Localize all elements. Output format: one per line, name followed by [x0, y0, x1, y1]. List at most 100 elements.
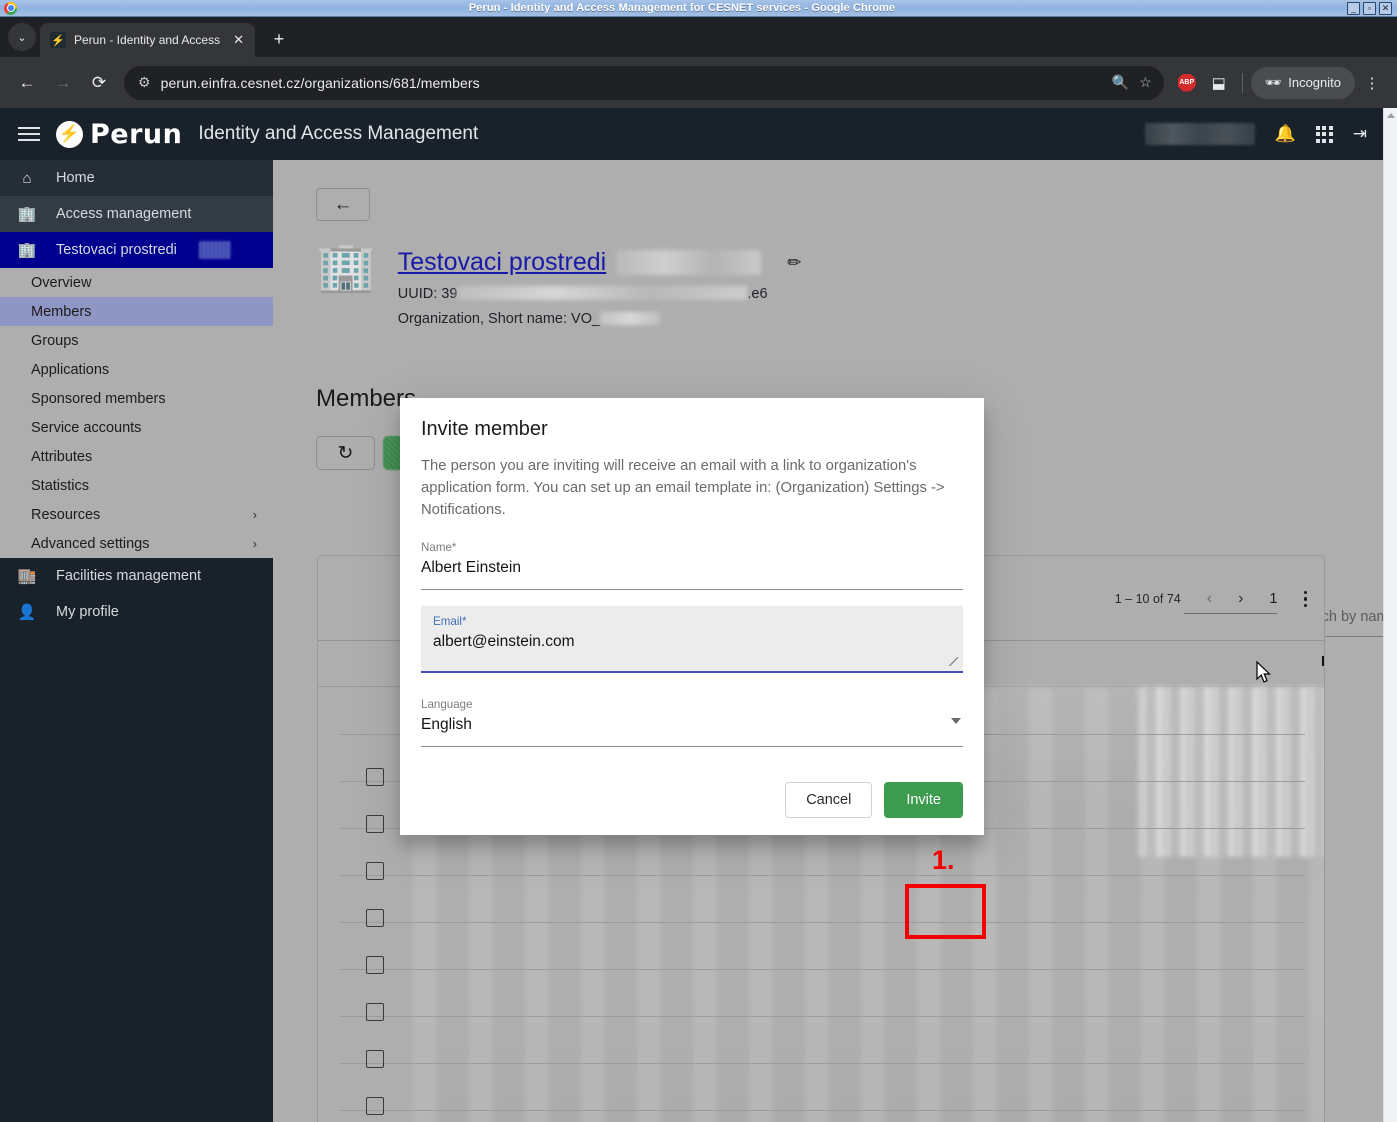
forward-arrow-icon[interactable]: → — [46, 66, 80, 100]
maximize-button[interactable]: ▫ — [1363, 1, 1376, 15]
perun-favicon-icon: ⚡ — [50, 32, 66, 48]
perun-logo[interactable]: ⚡ Perun — [56, 119, 182, 150]
email-field-underline — [421, 671, 963, 673]
cancel-button[interactable]: Cancel — [785, 782, 873, 818]
sidebar-item-label: Advanced settings — [31, 535, 150, 552]
invite-button[interactable]: Invite — [884, 782, 963, 818]
extensions-puzzle-icon[interactable]: ⬓ — [1204, 68, 1234, 98]
sidebar-item-overview[interactable]: Overview — [0, 268, 273, 297]
email-field-label: Email* — [433, 615, 467, 628]
email-field[interactable]: Email* albert@einstein.com — [421, 606, 963, 673]
email-field-value: albert@einstein.com — [433, 633, 575, 650]
browser-toolbar: ← → ⟳ ⚙ perun.einfra.cesnet.cz/organizat… — [0, 57, 1397, 108]
building-icon: 🏢 — [17, 242, 37, 259]
sidebar-item-statistics[interactable]: Statistics — [0, 471, 273, 500]
address-bar[interactable]: ⚙ perun.einfra.cesnet.cz/organizations/6… — [124, 65, 1164, 100]
notifications-bell-icon[interactable]: 🔔 — [1275, 124, 1296, 144]
sidebar-item-sponsored-members[interactable]: Sponsored members — [0, 384, 273, 413]
name-field-underline — [421, 589, 963, 590]
bookmark-star-icon[interactable]: ☆ — [1139, 74, 1152, 91]
chevron-right-icon: › — [252, 536, 257, 551]
page-viewport: ⚡ Perun Identity and Access Management 🔔… — [0, 108, 1397, 1122]
logout-icon[interactable]: ⇥ — [1353, 124, 1367, 144]
textarea-resize-handle[interactable] — [949, 657, 958, 666]
annotation-step-number: 1. — [932, 845, 955, 875]
brand-name: Perun — [90, 118, 183, 150]
browser-tabstrip: ⌄ ⚡ Perun - Identity and Access Ma ✕ + — [0, 17, 1397, 57]
sidebar-submenu: Overview Members Groups Applications Spo… — [0, 268, 273, 558]
sidebar-item-facilities-management[interactable]: 🏬 Facilities management — [0, 558, 273, 594]
chrome-logo-icon — [4, 1, 17, 15]
window-controls: _ ▫ ✕ — [1347, 1, 1392, 15]
sidebar-item-label: Statistics — [31, 477, 90, 494]
name-field[interactable]: Name* Albert Einstein — [421, 541, 963, 590]
sidebar-item-label: Members — [31, 303, 92, 320]
back-arrow-icon[interactable]: ← — [10, 66, 44, 100]
tab-close-icon[interactable]: ✕ — [230, 32, 247, 48]
sidebar-item-advanced-settings[interactable]: Advanced settings › — [0, 529, 273, 558]
sidebar-item-label: Facilities management — [56, 568, 202, 584]
sidebar-item-my-profile[interactable]: 👤 My profile — [0, 594, 273, 630]
name-field-value: Albert Einstein — [421, 559, 521, 576]
sidebar-item-label: Groups — [31, 332, 79, 349]
sidebar-item-label: Applications — [31, 361, 110, 378]
close-button[interactable]: ✕ — [1379, 1, 1392, 15]
sidebar-item-label: Sponsored members — [31, 390, 166, 407]
menu-hamburger-icon[interactable] — [16, 121, 42, 147]
dialog-title: Invite member — [421, 418, 548, 440]
minimize-button[interactable]: _ — [1347, 1, 1360, 15]
facility-icon: 🏬 — [17, 568, 37, 585]
sidebar-item-applications[interactable]: Applications — [0, 355, 273, 384]
toolbar-divider — [1241, 72, 1243, 93]
sidebar-item-service-accounts[interactable]: Service accounts — [0, 413, 273, 442]
browser-tab[interactable]: ⚡ Perun - Identity and Access Ma ✕ — [40, 23, 255, 57]
incognito-hat-icon: 🕶 — [1264, 74, 1282, 90]
sidebar-item-attributes[interactable]: Attributes — [0, 442, 273, 471]
sidebar-item-members[interactable]: Members — [0, 297, 273, 326]
sidebar-item-label: Overview — [31, 274, 92, 291]
chrome-menu-icon[interactable]: ⋮ — [1357, 68, 1387, 98]
sidebar-item-label: Attributes — [31, 448, 93, 465]
language-field-label: Language — [421, 698, 473, 711]
language-field-underline — [421, 746, 963, 747]
language-select[interactable]: Language English — [421, 698, 963, 747]
sidebar-item-access-management[interactable]: 🏢 Access management — [0, 196, 273, 232]
sidebar-item-testovaci-prostredi[interactable]: 🏢 Testovaci prostredi — [0, 232, 273, 268]
sidebar-item-label: Service accounts — [31, 419, 142, 436]
perun-bolt-icon: ⚡ — [56, 120, 83, 148]
person-icon: 👤 — [17, 604, 37, 621]
chevron-right-icon: › — [252, 507, 257, 522]
new-tab-button[interactable]: + — [265, 25, 293, 53]
sidebar-item-home[interactable]: ⌂ Home — [0, 160, 273, 196]
user-name-redacted — [1144, 123, 1255, 145]
app-subtitle: Identity and Access Management — [198, 123, 479, 144]
sidebar: ⌂ Home 🏢 Access management 🏢 Testovaci p… — [0, 160, 273, 1122]
browser-tab-title: Perun - Identity and Access Ma — [74, 33, 222, 47]
os-window-title: Perun - Identity and Access Management f… — [468, 2, 896, 14]
tab-search-chevron-down-icon[interactable]: ⌄ — [8, 23, 36, 51]
sidebar-item-label: My profile — [56, 604, 119, 620]
app-header: ⚡ Perun Identity and Access Management 🔔… — [0, 108, 1383, 160]
address-bar-url: perun.einfra.cesnet.cz/organizations/681… — [160, 74, 480, 91]
sidebar-item-groups[interactable]: Groups — [0, 326, 273, 355]
org-suffix-redacted — [198, 241, 231, 259]
incognito-label: Incognito — [1288, 75, 1341, 90]
home-icon: ⌂ — [22, 169, 32, 187]
os-window-titlebar: Perun - Identity and Access Management f… — [0, 0, 1397, 17]
invite-member-dialog: Invite member The person you are invitin… — [400, 398, 984, 835]
sidebar-item-label: Home — [56, 170, 95, 186]
site-settings-tune-icon[interactable]: ⚙ — [138, 74, 151, 91]
sidebar-item-resources[interactable]: Resources › — [0, 500, 273, 529]
reload-icon[interactable]: ⟳ — [82, 66, 116, 100]
sidebar-item-label: Resources — [31, 506, 101, 523]
name-field-label: Name* — [421, 541, 457, 554]
language-field-value: English — [421, 716, 472, 733]
dialog-actions: Cancel Invite — [785, 782, 963, 818]
sidebar-item-label: Access management — [56, 206, 192, 222]
adblock-plus-icon[interactable]: ABP — [1172, 68, 1202, 98]
mouse-cursor — [1256, 661, 1271, 683]
chevron-down-icon[interactable] — [951, 718, 961, 724]
search-icon[interactable]: 🔍 — [1112, 74, 1129, 91]
apps-grid-icon[interactable] — [1315, 125, 1333, 143]
incognito-indicator[interactable]: 🕶 Incognito — [1250, 66, 1355, 99]
